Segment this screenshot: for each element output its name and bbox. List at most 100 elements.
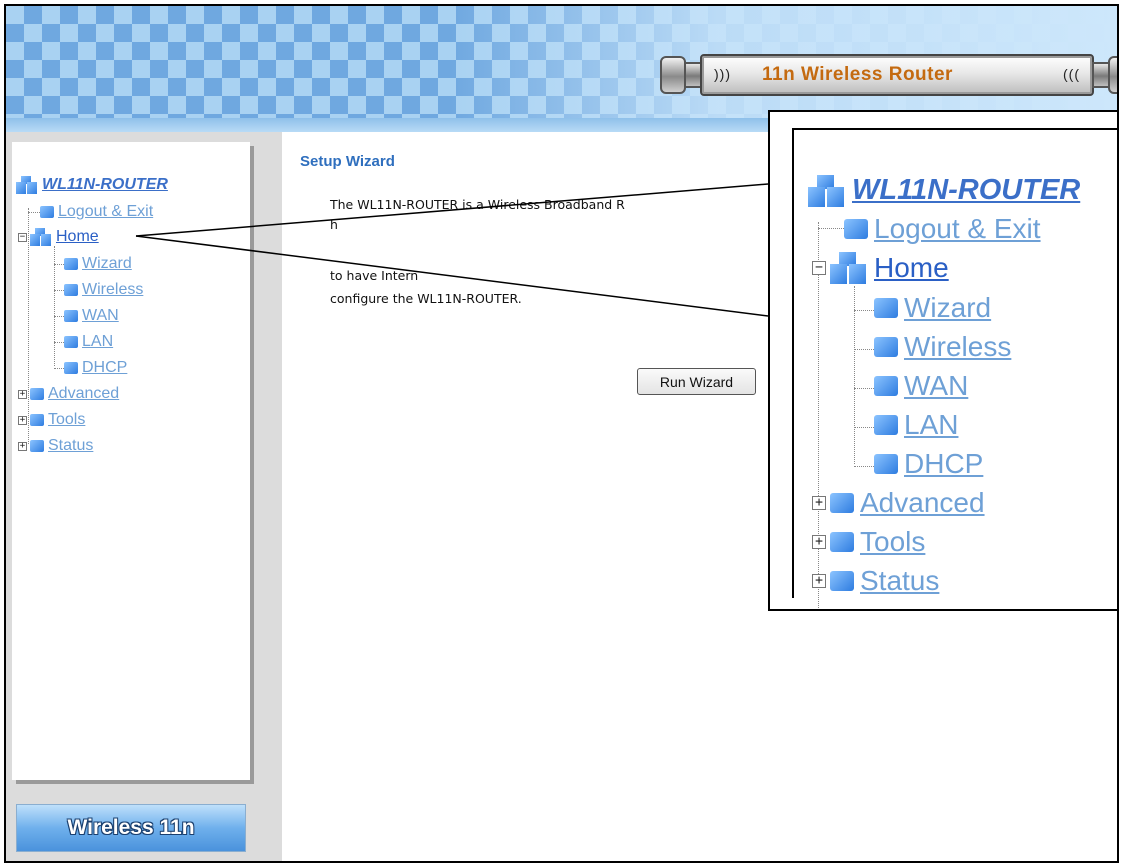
cube-icon [830,532,854,552]
collapse-toggle-icon: − [812,261,826,275]
cube-icon [30,414,44,426]
sidebar-item-advanced[interactable]: + Advanced [18,385,119,403]
wireless-link[interactable]: Wireless [82,281,143,299]
zoom-home-label: Home [874,252,949,283]
expand-toggle-icon: + [812,496,826,510]
home-link[interactable]: Home [56,228,99,246]
expand-toggle-icon: + [812,535,826,549]
zoom-inner-panel: WL11N-ROUTER Logout & Exit − Home Wizard… [792,128,1117,608]
tree-line-wireless [54,290,64,291]
tree-line-logout [28,212,40,213]
zoom-callout: WL11N-ROUTER Logout & Exit − Home Wizard… [768,110,1117,611]
left-sidebar: WL11N-ROUTER Logout & Exit − Home Wizard… [6,132,282,861]
zoom-item-advanced: + Advanced [812,487,985,519]
lan-link[interactable]: LAN [82,333,113,351]
zoom-status-label: Status [860,565,940,596]
zoom-item-wan: WAN [874,370,968,402]
run-wizard-button[interactable]: Run Wizard [637,368,756,395]
expand-toggle-icon[interactable]: + [18,389,27,399]
wireless-11n-badge: Wireless 11n [16,804,246,852]
ztree-line-home [854,286,855,464]
ztree-line-lan [854,427,874,428]
zoom-advanced-label: Advanced [860,487,985,518]
sidebar-item-wizard[interactable]: Wizard [64,255,132,273]
expand-toggle-icon: + [812,574,826,588]
sidebar-item-status[interactable]: + Status [18,437,93,455]
capsule-body: ))) 11n Wireless Router ((( [700,54,1094,96]
cube-icon [874,337,898,357]
expand-toggle-icon[interactable]: + [18,441,27,451]
tree-line-wan [54,316,64,317]
page-title: Setup Wizard [300,153,395,170]
zoom-item-dhcp: DHCP [874,448,983,480]
dhcp-link[interactable]: DHCP [82,359,127,377]
sidebar-item-wan[interactable]: WAN [64,307,119,325]
sidebar-item-tools[interactable]: + Tools [18,411,85,429]
sidebar-item-wireless[interactable]: Wireless [64,281,143,299]
network-icon [16,176,38,194]
ztree-line-wireless [854,349,874,350]
zoom-router-root-label: WL11N-ROUTER [852,174,1081,206]
cube-icon [64,362,78,374]
tree-line-dhcp [54,368,64,369]
sidebar-item-lan[interactable]: LAN [64,333,113,351]
ztree-line-dhcp [854,466,874,467]
expand-toggle-icon[interactable]: + [18,415,27,425]
cube-icon [844,219,868,239]
description-line-2: h [330,217,338,232]
status-link[interactable]: Status [48,437,93,455]
cube-icon [874,298,898,318]
cube-icon [874,454,898,474]
cube-icon [830,493,854,513]
ztree-line-wan [854,388,874,389]
title-capsule: ))) 11n Wireless Router ((( [660,52,1117,98]
zoom-wan-label: WAN [904,370,969,401]
cube-icon [64,284,78,296]
cube-icon [30,440,44,452]
logout-link[interactable]: Logout & Exit [58,203,153,221]
sidebar-item-dhcp[interactable]: DHCP [64,359,127,377]
sidebar-item-home[interactable]: − Home [18,228,99,246]
zoom-logout-label: Logout & Exit [874,213,1041,244]
capsule-right-cap [1108,56,1117,94]
tree-line-wizard [54,264,64,265]
cube-icon [30,388,44,400]
zoom-dhcp-label: DHCP [904,448,984,479]
network-icon [830,252,868,284]
sidebar-item-logout[interactable]: Logout & Exit [40,203,153,221]
cube-icon [64,336,78,348]
wireless-11n-label: Wireless 11n [67,816,195,839]
zoom-tree-root: WL11N-ROUTER [808,174,1080,207]
network-icon [808,174,846,207]
collapse-toggle-icon[interactable]: − [18,232,27,242]
description-line-4: configure the WL11N-ROUTER. [330,291,522,306]
nav-tree-panel: WL11N-ROUTER Logout & Exit − Home Wizard… [12,142,250,780]
zoom-item-wireless: Wireless [874,331,1011,363]
zoom-item-lan: LAN [874,409,958,441]
zoom-item-tools: + Tools [812,526,925,558]
zoom-wireless-label: Wireless [904,331,1012,362]
advanced-link[interactable]: Advanced [48,385,119,403]
tools-link[interactable]: Tools [48,411,85,429]
cube-icon [874,376,898,396]
tree-root[interactable]: WL11N-ROUTER [16,176,168,194]
ztree-line-logout [818,228,844,229]
router-root-link[interactable]: WL11N-ROUTER [42,176,168,194]
signal-waves-left-icon: ))) [714,66,731,82]
signal-waves-right-icon: ((( [1063,66,1080,82]
wizard-link[interactable]: Wizard [82,255,132,273]
zoom-wizard-label: Wizard [904,292,992,323]
ztree-line-wizard [854,310,874,311]
zoom-lan-label: LAN [904,409,959,440]
cube-icon [64,258,78,270]
wan-link[interactable]: WAN [82,307,119,325]
description-line-1: The WL11N-ROUTER is a Wireless Broadband… [330,197,625,212]
capsule-left-cap [660,56,686,94]
product-title: 11n Wireless Router [762,64,953,85]
zoom-item-wizard: Wizard [874,292,991,324]
description-line-3: to have Intern [330,268,419,283]
cube-icon [874,415,898,435]
zoom-item-home: − Home [812,252,949,284]
zoom-item-status: + Status [812,565,939,597]
network-icon [30,228,52,246]
